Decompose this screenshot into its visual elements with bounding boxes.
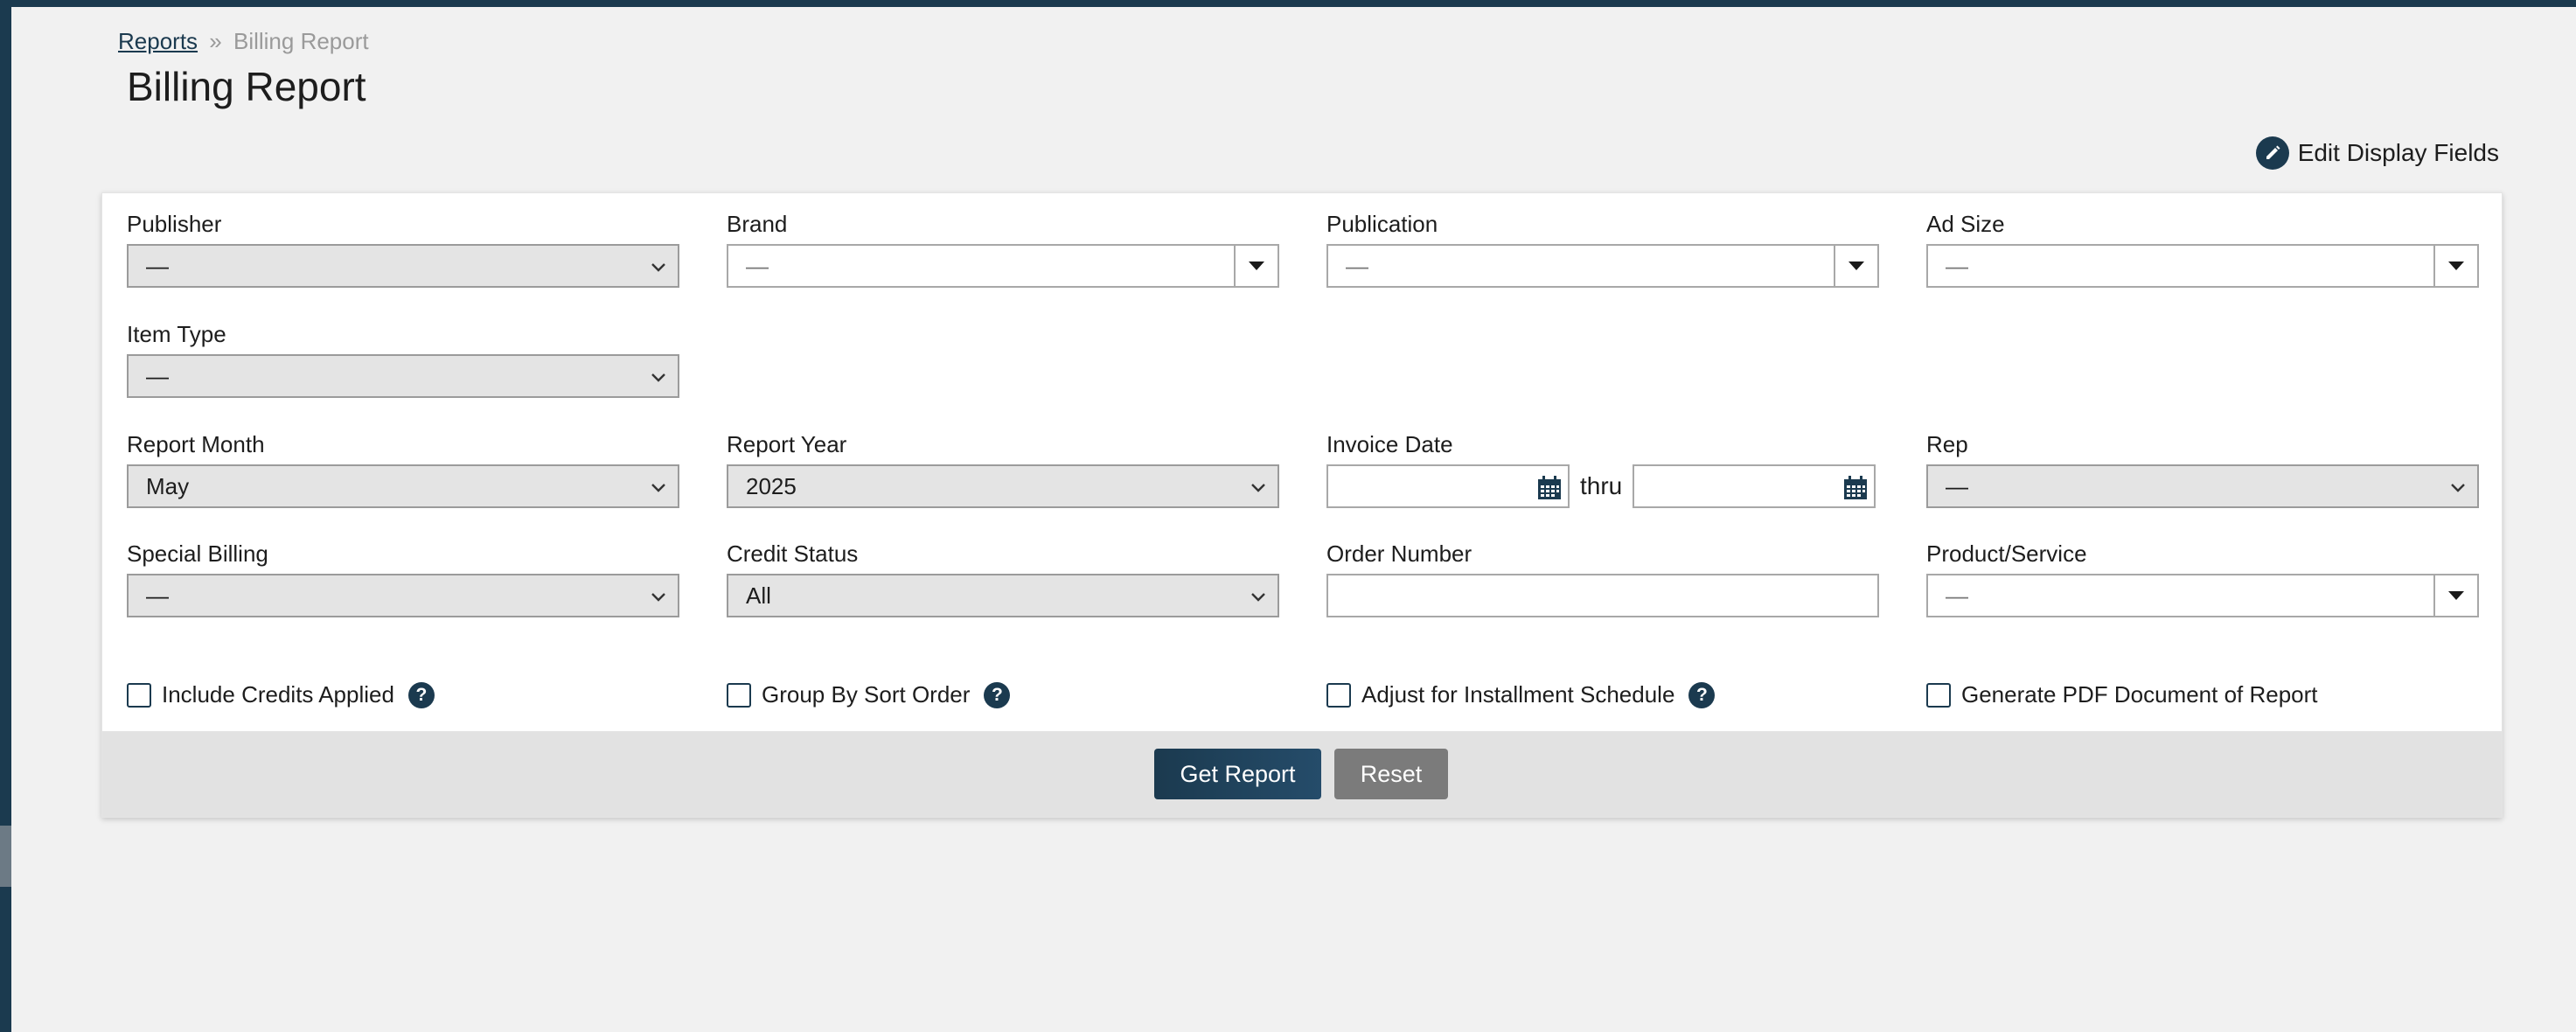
report-year-label: Report Year [727, 431, 847, 457]
ad-size-field: Ad Size — [1926, 211, 2479, 288]
calendar-icon[interactable] [1842, 475, 1869, 501]
page-title: Billing Report [127, 64, 366, 109]
chevron-down-icon [651, 593, 665, 602]
report-year-select[interactable]: 2025 [727, 464, 1279, 508]
credit-status-label: Credit Status [727, 540, 859, 567]
adjust-installment-schedule-label: Adjust for Installment Schedule [1361, 681, 1675, 708]
brand-combobox[interactable]: — [727, 244, 1279, 288]
order-number-input[interactable] [1326, 574, 1879, 617]
chevron-down-icon [651, 484, 665, 492]
invoice-date-label: Invoice Date [1326, 431, 1453, 457]
breadcrumb-current: Billing Report [233, 28, 369, 54]
generate-pdf-checkbox[interactable] [1926, 682, 1951, 708]
group-by-sort-order-option[interactable]: Group By Sort Order ? [727, 681, 1011, 708]
publisher-field: Publisher — [127, 211, 679, 288]
publication-label: Publication [1326, 211, 1438, 237]
chevron-down-icon [651, 373, 665, 382]
publication-dropdown-button[interactable] [1834, 246, 1877, 286]
rep-value: — [1946, 472, 1968, 499]
calendar-icon[interactable] [1536, 475, 1563, 501]
product-service-dropdown-button[interactable] [2433, 575, 2477, 616]
report-month-select[interactable]: May [127, 464, 679, 508]
caret-down-icon [2448, 591, 2464, 600]
rep-label: Rep [1926, 431, 1968, 457]
order-number-field: Order Number [1326, 540, 1879, 617]
rep-select[interactable]: — [1926, 464, 2479, 508]
publication-combobox[interactable]: — [1326, 244, 1879, 288]
product-service-combobox[interactable]: — [1926, 574, 2479, 617]
credit-status-select[interactable]: All [727, 574, 1279, 617]
invoice-date-field: Invoice Date thru [1326, 431, 1879, 508]
chevron-down-icon [1251, 593, 1265, 602]
product-service-value: — [1946, 582, 1968, 609]
caret-down-icon [2448, 261, 2464, 270]
sidebar-toggle-tab[interactable] [0, 826, 11, 887]
include-credits-applied-option[interactable]: Include Credits Applied ? [127, 681, 435, 708]
item-type-select[interactable]: — [127, 354, 679, 398]
thru-label: thru [1580, 472, 1623, 499]
publication-value: — [1346, 252, 1368, 279]
chevron-down-icon [2451, 484, 2465, 492]
caret-down-icon [1848, 261, 1864, 270]
report-month-label: Report Month [127, 431, 265, 457]
invoice-date-to-input[interactable] [1633, 464, 1876, 508]
order-number-label: Order Number [1326, 540, 1472, 567]
ad-size-dropdown-button[interactable] [2433, 246, 2477, 286]
brand-dropdown-button[interactable] [1234, 246, 1278, 286]
pencil-icon [2255, 136, 2289, 170]
get-report-button[interactable]: Get Report [1154, 749, 1321, 799]
brand-label: Brand [727, 211, 788, 237]
publisher-value: — [146, 252, 169, 279]
help-icon[interactable]: ? [1688, 681, 1716, 708]
chevron-down-icon [651, 263, 665, 272]
edit-display-fields-label: Edit Display Fields [2297, 139, 2499, 166]
report-year-field: Report Year 2025 [727, 431, 1279, 508]
report-year-value: 2025 [746, 472, 797, 499]
credit-status-value: All [746, 582, 771, 609]
report-month-value: May [146, 472, 190, 499]
group-by-sort-order-checkbox[interactable] [727, 682, 751, 708]
special-billing-value: — [146, 582, 169, 609]
include-credits-applied-checkbox[interactable] [127, 682, 151, 708]
adjust-installment-schedule-checkbox[interactable] [1326, 682, 1351, 708]
adjust-installment-schedule-option[interactable]: Adjust for Installment Schedule ? [1326, 681, 1716, 708]
ad-size-value: — [1946, 252, 1968, 279]
report-month-field: Report Month May [127, 431, 679, 508]
breadcrumb-reports-link[interactable]: Reports [118, 28, 198, 54]
brand-value: — [746, 252, 769, 279]
top-bar [0, 0, 2576, 7]
breadcrumb: Reports » Billing Report [118, 28, 369, 55]
publisher-select[interactable]: — [127, 244, 679, 288]
edit-display-fields-button[interactable]: Edit Display Fields [2255, 136, 2499, 170]
product-service-field: Product/Service — [1926, 540, 2479, 617]
rep-field: Rep — [1926, 431, 2479, 508]
brand-field: Brand — [727, 211, 1279, 288]
item-type-value: — [146, 362, 169, 389]
reset-button[interactable]: Reset [1334, 749, 1448, 799]
product-service-label: Product/Service [1926, 540, 2087, 567]
credit-status-field: Credit Status All [727, 540, 1279, 617]
publication-field: Publication — [1326, 211, 1879, 288]
group-by-sort-order-label: Group By Sort Order [762, 681, 971, 708]
item-type-field: Item Type — [127, 321, 679, 398]
chevron-down-icon [1251, 484, 1265, 492]
publisher-label: Publisher [127, 211, 222, 237]
help-icon[interactable]: ? [407, 681, 435, 708]
report-filter-panel: Publisher — Brand — Publication — Ad Siz… [101, 192, 2503, 818]
generate-pdf-label: Generate PDF Document of Report [1961, 681, 2318, 708]
generate-pdf-option[interactable]: Generate PDF Document of Report [1926, 681, 2318, 708]
caret-down-icon [1249, 261, 1264, 270]
special-billing-label: Special Billing [127, 540, 268, 567]
special-billing-select[interactable]: — [127, 574, 679, 617]
help-icon[interactable]: ? [984, 681, 1011, 708]
invoice-date-from-input[interactable] [1326, 464, 1570, 508]
ad-size-label: Ad Size [1926, 211, 2005, 237]
special-billing-field: Special Billing — [127, 540, 679, 617]
item-type-label: Item Type [127, 321, 226, 347]
invoice-date-range: thru [1326, 464, 1879, 508]
include-credits-applied-label: Include Credits Applied [162, 681, 394, 708]
ad-size-combobox[interactable]: — [1926, 244, 2479, 288]
breadcrumb-separator: » [209, 28, 222, 54]
